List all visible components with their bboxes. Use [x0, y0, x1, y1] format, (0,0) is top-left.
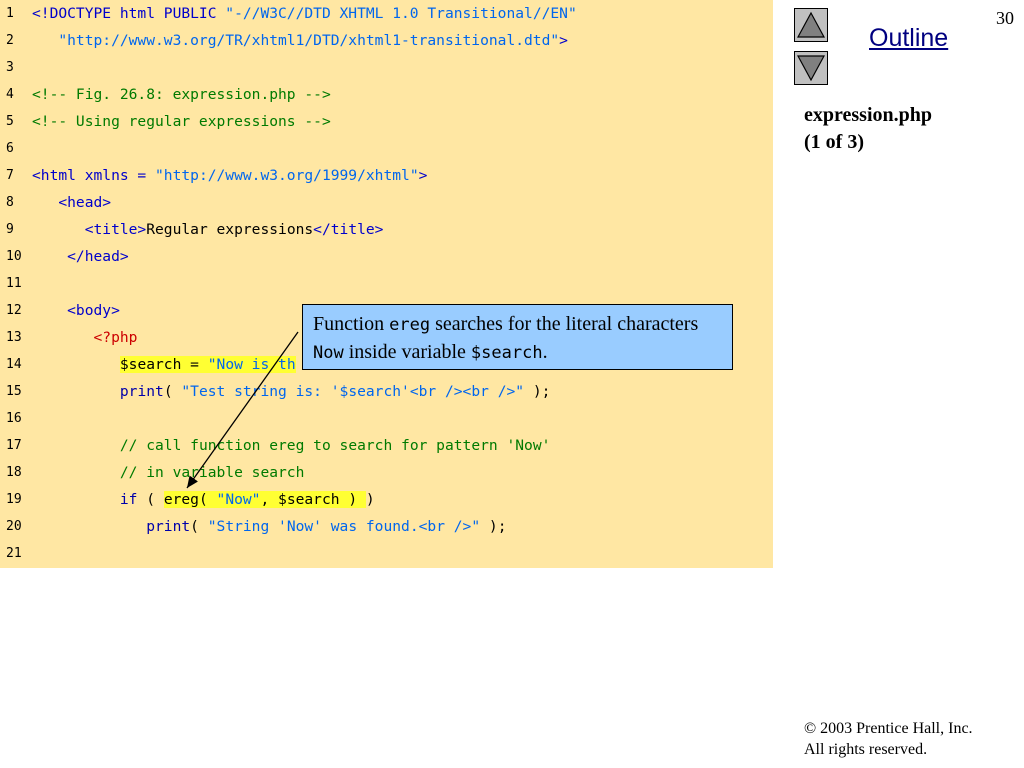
line-number: 4	[6, 87, 14, 102]
line-number: 14	[6, 357, 22, 372]
code-token: </title>	[313, 221, 384, 238]
line-number: 2	[6, 33, 14, 48]
code-token: (	[190, 518, 208, 535]
code-token: print	[146, 518, 191, 535]
line-number: 3	[6, 60, 14, 75]
file-name: expression.php	[804, 104, 933, 126]
code-token: "http://www.w3.org/TR/xhtml1/DTD/xhtml1-…	[32, 32, 560, 49]
line-number: 13	[6, 330, 22, 345]
code-token: <!DOCTYPE html PUBLIC	[32, 5, 226, 22]
line-number: 18	[6, 465, 22, 480]
code-line: 4 <!-- Fig. 26.8: expression.php -->	[0, 81, 773, 108]
code-token: >	[418, 167, 428, 184]
code-token: <body>	[32, 302, 120, 319]
code-line: 6	[0, 135, 773, 162]
code-line: 9 <title>Regular expressions</title>	[0, 216, 773, 243]
code-line: 21	[0, 540, 773, 567]
code-token: <!-- Fig. 26.8: expression.php -->	[32, 86, 331, 103]
code-line: 1 <!DOCTYPE html PUBLIC "-//W3C//DTD XHT…	[0, 0, 773, 27]
code-line: 2 "http://www.w3.org/TR/xhtml1/DTD/xhtml…	[0, 27, 773, 54]
callout-code: Now	[313, 343, 344, 363]
line-number: 20	[6, 519, 22, 534]
code-line: 5 <!-- Using regular expressions -->	[0, 108, 773, 135]
code-token: $search =	[119, 356, 208, 373]
line-number: 5	[6, 114, 14, 129]
code-line: 17 // call function ereg to search for p…	[0, 432, 773, 459]
line-number: 10	[6, 249, 22, 264]
code-token: // call function ereg to search for patt…	[119, 437, 551, 454]
copyright-line: © 2003 Prentice Hall, Inc.	[804, 720, 973, 737]
code-line: 7 <html xmlns = "http://www.w3.org/1999/…	[0, 162, 773, 189]
code-token: "Now"	[216, 491, 261, 508]
code-token: );	[524, 383, 551, 400]
outline-link[interactable]: Outline	[869, 24, 948, 53]
code-line: 15 print( "Test string is: '$search'<br …	[0, 378, 773, 405]
line-number: 21	[6, 546, 22, 561]
next-slide-button[interactable]	[794, 51, 828, 85]
down-triangle-icon	[796, 55, 826, 82]
up-triangle-icon	[796, 11, 826, 38]
file-page: (1 of 3)	[804, 131, 864, 153]
copyright-line: All rights reserved.	[804, 741, 928, 758]
callout-text: Function	[313, 313, 390, 335]
code-token: "Test string is: '$search'<br /><br />"	[181, 383, 525, 400]
code-line: 10 </head>	[0, 243, 773, 270]
code-token: </head>	[32, 248, 129, 265]
code-line: 3	[0, 54, 773, 81]
callout-text: searches for the literal characters	[430, 313, 699, 335]
code-line: 8 <head>	[0, 189, 773, 216]
line-number: 6	[6, 141, 14, 156]
code-token: "Now is th	[207, 356, 296, 373]
code-token: // in variable search	[119, 464, 305, 481]
code-line: 16	[0, 405, 773, 432]
callout-box: Function ereg searches for the literal c…	[302, 304, 733, 370]
code-token: >	[559, 32, 568, 49]
file-label: expression.php (1 of 3)	[804, 102, 932, 156]
code-token: "http://www.w3.org/1999/xhtml"	[155, 167, 419, 184]
code-token: Regular expressions	[146, 221, 314, 238]
callout-text: .	[542, 341, 548, 363]
callout-code: ereg	[389, 315, 431, 335]
line-number: 8	[6, 195, 14, 210]
callout-text: inside variable	[343, 341, 471, 363]
code-token: (	[163, 383, 182, 400]
line-number: 11	[6, 276, 22, 291]
line-number: 1	[6, 6, 14, 21]
line-number: 17	[6, 438, 22, 453]
code-token: );	[480, 518, 507, 535]
line-number: 12	[6, 303, 22, 318]
code-token: <head>	[32, 194, 112, 211]
callout-code: $search	[470, 343, 543, 363]
code-token: "-//W3C//DTD XHTML 1.0 Transitional//EN"	[225, 5, 577, 22]
code-token: "String 'Now' was found.<br />"	[207, 518, 481, 535]
code-token: (	[137, 491, 164, 508]
code-token: ereg(	[163, 491, 217, 508]
code-token: <?php	[32, 329, 138, 346]
code-token: <title>	[32, 221, 147, 238]
code-line: 18 // in variable search	[0, 459, 773, 486]
code-token: <!-- Using regular expressions -->	[32, 113, 331, 130]
line-number: 16	[6, 411, 22, 426]
copyright-notice: © 2003 Prentice Hall, Inc. All rights re…	[804, 718, 973, 760]
line-number: 7	[6, 168, 14, 183]
code-line: 19 if ( ereg( "Now", $search ) )	[0, 486, 773, 513]
line-number: 15	[6, 384, 22, 399]
code-token: <html xmlns =	[32, 167, 156, 184]
code-token: if	[119, 491, 138, 508]
code-token: , $search )	[260, 491, 366, 508]
slide-number: 30	[996, 8, 1014, 28]
line-number: 9	[6, 222, 14, 237]
code-listing: 1 <!DOCTYPE html PUBLIC "-//W3C//DTD XHT…	[0, 0, 773, 568]
code-line: 11	[0, 270, 773, 297]
line-number: 19	[6, 492, 22, 507]
previous-slide-button[interactable]	[794, 8, 828, 42]
code-token: print	[119, 383, 164, 400]
code-line: 20 print( "String 'Now' was found.<br />…	[0, 513, 773, 540]
code-token: )	[365, 491, 375, 508]
